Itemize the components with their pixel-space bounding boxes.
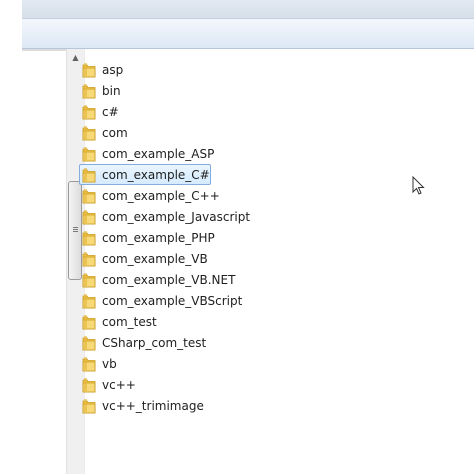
file-name-label: com_example_C# [102, 167, 210, 182]
file-list-item[interactable]: com_example_Javascript [79, 206, 250, 227]
file-list-item[interactable]: bin [79, 80, 211, 101]
navigation-pane[interactable] [22, 49, 66, 474]
file-list-item[interactable]: com_test [79, 311, 211, 332]
file-list-item[interactable]: CSharp_com_test [79, 332, 211, 353]
command-toolbar [22, 19, 474, 49]
folder-icon [82, 377, 96, 393]
file-list-item[interactable]: com_example_VB.NET [79, 269, 235, 290]
file-name-label: com_example_Javascript [102, 209, 251, 224]
file-name-label: vc++_trimimage [102, 398, 204, 413]
file-list-item[interactable]: com_example_VB [79, 248, 211, 269]
mouse-pointer-icon [412, 176, 425, 195]
file-list-item[interactable]: vc++_trimimage [79, 395, 211, 416]
file-name-label: com_example_VB [102, 251, 208, 266]
folder-icon [82, 251, 96, 267]
folder-icon [82, 230, 96, 246]
file-name-label: com [102, 125, 128, 140]
file-name-label: c# [102, 104, 119, 119]
folder-icon [82, 188, 96, 204]
file-name-label: com_example_VBScript [102, 293, 243, 308]
folder-icon [82, 398, 96, 414]
file-list-item[interactable]: com_example_PHP [79, 227, 215, 248]
file-list-item[interactable]: com_example_ASP [79, 143, 215, 164]
file-name-label: bin [102, 83, 121, 98]
file-name-label: com_example_PHP [102, 230, 215, 245]
folder-icon [82, 356, 96, 372]
folder-icon [82, 314, 96, 330]
folder-icon [82, 335, 96, 351]
file-list-item[interactable]: vc++ [79, 374, 211, 395]
file-list-item[interactable]: com_example_C++ [79, 185, 220, 206]
folder-icon [82, 272, 96, 288]
file-name-label: vb [102, 356, 117, 371]
file-list-item[interactable]: com_example_C# [79, 164, 211, 185]
file-list-item[interactable]: com [79, 122, 211, 143]
folder-icon [82, 146, 96, 162]
folder-icon [82, 209, 96, 225]
folder-icon [82, 125, 96, 141]
file-list-item[interactable]: c# [79, 101, 211, 122]
navigation-pane-divider [22, 49, 66, 51]
file-name-label: com_example_C++ [102, 188, 220, 203]
file-list: asp bin c# com com_example_ASP com_example_C#… [79, 59, 439, 416]
thumb-grip-line [73, 229, 78, 230]
folder-icon [82, 293, 96, 309]
thumb-grip-line [73, 227, 78, 228]
file-list-item[interactable]: asp [79, 59, 211, 80]
folder-icon [82, 83, 96, 99]
file-name-label: com_example_VB.NET [102, 272, 236, 287]
thumb-grip-line [73, 231, 78, 232]
file-list-item[interactable]: com_example_VBScript [79, 290, 242, 311]
file-list-item[interactable]: vb [79, 353, 211, 374]
file-name-label: com_example_ASP [102, 146, 215, 161]
folder-icon [82, 167, 96, 183]
window-top-strip [22, 0, 474, 19]
folder-icon [82, 62, 96, 78]
file-name-label: CSharp_com_test [102, 335, 207, 350]
file-name-label: com_test [102, 314, 157, 329]
file-name-label: asp [102, 62, 124, 77]
file-name-label: vc++ [102, 377, 136, 392]
folder-icon [82, 104, 96, 120]
